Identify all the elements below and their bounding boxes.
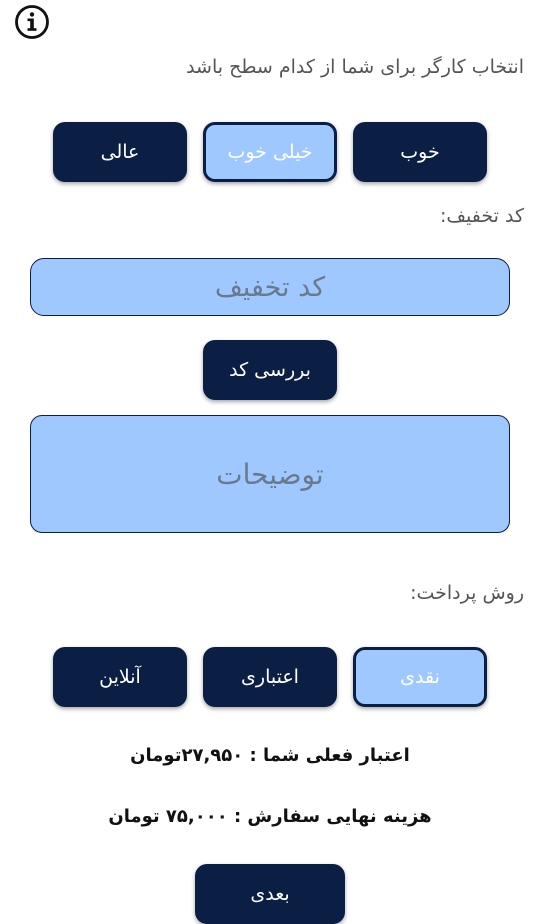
info-icon[interactable] <box>14 4 50 40</box>
final-cost-text: هزینه نهایی سفارش : ۷۵,۰۰۰ تومان <box>108 806 432 827</box>
description-textarea[interactable]: توضیحات <box>30 415 510 533</box>
payment-method-label: روش پرداخت: <box>410 582 524 604</box>
level-option-very-good[interactable]: خیلی خوب <box>203 122 337 182</box>
check-code-button[interactable]: بررسی کد <box>203 340 337 400</box>
discount-label: کد تخفیف: <box>439 205 524 227</box>
payment-option-credit[interactable]: اعتباری <box>203 647 337 707</box>
worker-level-prompt: انتخاب کارگر برای شما از کدام سطح باشد <box>186 56 524 78</box>
level-option-excellent[interactable]: عالی <box>53 122 187 182</box>
discount-code-input[interactable]: کد تخفیف <box>30 258 510 316</box>
order-screen: انتخاب کارگر برای شما از کدام سطح باشد خ… <box>0 0 540 924</box>
current-credit-text: اعتبار فعلی شما : ۲۷,۹۵۰تومان <box>130 745 410 766</box>
payment-option-online[interactable]: آنلاین <box>53 647 187 707</box>
next-button[interactable]: بعدی <box>195 864 345 924</box>
level-option-good[interactable]: خوب <box>353 122 487 182</box>
payment-option-cash[interactable]: نقدی <box>353 647 487 707</box>
